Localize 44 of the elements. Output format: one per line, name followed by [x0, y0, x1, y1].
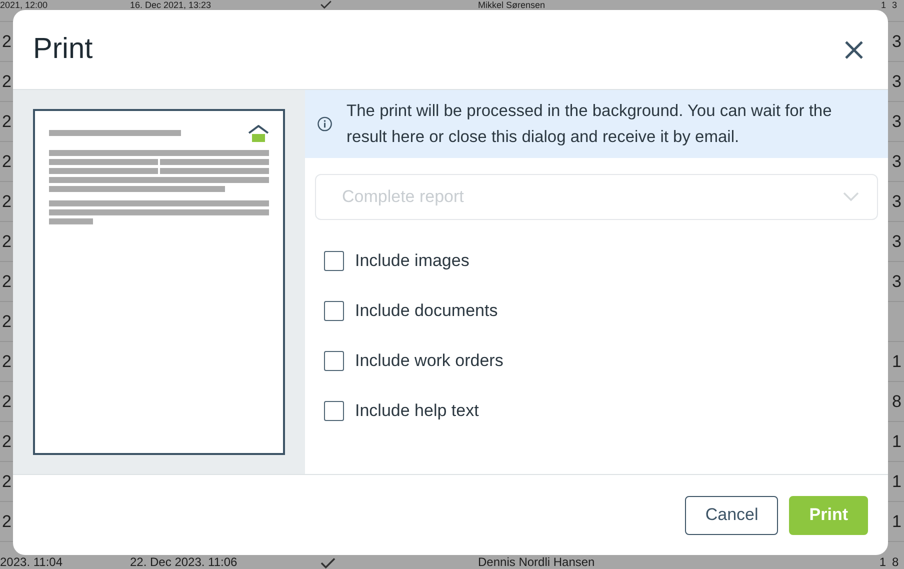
table-cell-text: 2 [1, 192, 12, 212]
table-cell: 16. Dec 2021, 13:23 [130, 0, 212, 10]
table-cell-text: 2 [1, 432, 12, 452]
option-checkbox[interactable]: Include documents [324, 288, 888, 334]
table-cell: 3 [892, 232, 902, 252]
table-cell-text: 2 [1, 352, 12, 372]
table-cell-text: 2 [1, 312, 12, 332]
table-cell: 2023. 11:04 [0, 556, 63, 569]
table-cell: 2021, 12:00 [0, 0, 48, 10]
table-cell: 3 [892, 0, 898, 10]
table-cell: 1 [892, 512, 902, 532]
table-cell: 8 [892, 556, 899, 569]
table-cell-text: 1 [879, 556, 887, 569]
option-checkbox[interactable]: Include work orders [324, 338, 888, 384]
table-cell: 8 [892, 392, 902, 412]
table-cell: 3 [892, 272, 902, 292]
table-cell-text: 2 [1, 152, 12, 172]
chevron-down-icon [843, 192, 859, 202]
table-cell: 3 [892, 112, 902, 132]
table-cell: 22. Dec 2023. 11:06 [130, 556, 238, 569]
table-cell: 1 [892, 352, 902, 372]
table-cell-text: 2 [1, 32, 12, 52]
table-cell-text: 2 [1, 512, 12, 532]
table-cell: 3 [892, 32, 902, 52]
cancel-button[interactable]: Cancel [685, 496, 778, 534]
table-cell: 1 [892, 432, 902, 452]
house-icon [248, 125, 269, 142]
table-cell: Dennis Nordli Hansen [478, 556, 595, 569]
table-cell: Mikkel Sørensen [478, 0, 546, 10]
info-text: The print will be processed in the background. You can wait for the result here or close this dialog and receive it by email. [346, 101, 833, 148]
dialog-title: Print [33, 33, 93, 66]
table-cell: 3 [892, 152, 902, 172]
table-cell-text: 2 [1, 112, 12, 132]
table-cell: 3 [892, 192, 902, 212]
table-cell-text: 2 [1, 232, 12, 252]
option-checkbox[interactable]: Include help text [324, 388, 888, 434]
table-cell-text: 1 [880, 0, 887, 10]
table-cell-text: 2 [1, 72, 12, 92]
table-cell: 3 [892, 72, 902, 92]
table-cell-text: 2 [1, 392, 12, 412]
table-cell-text: 2 [1, 272, 12, 292]
table-cell-text: 2 [1, 472, 12, 492]
option-checkbox[interactable]: Include images [324, 238, 888, 284]
table-cell: 1 [892, 472, 902, 492]
